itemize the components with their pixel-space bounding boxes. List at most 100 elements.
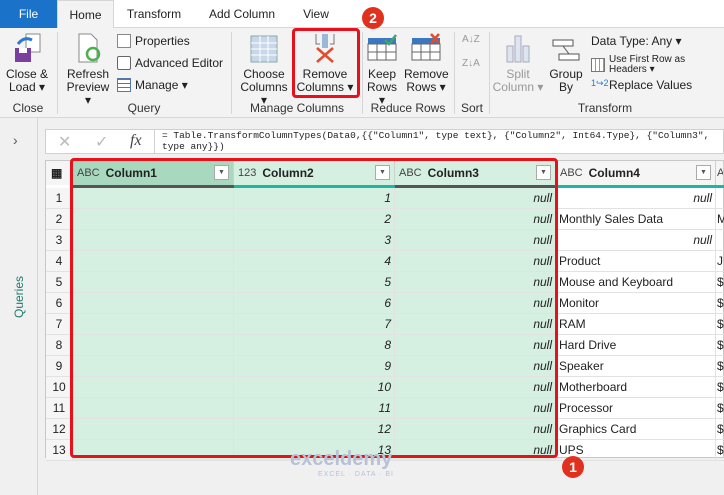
table-cell[interactable]: $ xyxy=(716,293,724,314)
manage-label: Manage ▾ xyxy=(135,78,188,92)
group-by-button[interactable]: Group By xyxy=(546,32,586,94)
tab-view[interactable]: View xyxy=(292,0,340,28)
remove-rows-button[interactable]: Remove Rows ▾ xyxy=(404,32,449,94)
split-label2: Column ▾ xyxy=(492,80,544,94)
table-cell[interactable]: J xyxy=(716,251,724,272)
badge-1: 1 xyxy=(562,456,584,478)
data-type-dropdown[interactable]: Data Type: Any ▾ xyxy=(591,34,682,48)
row-number[interactable]: 5 xyxy=(46,272,73,293)
row-number[interactable]: 10 xyxy=(46,377,73,398)
remove-rows-label2: Rows ▾ xyxy=(406,80,446,94)
formula-controls: ✕ ✓ fx xyxy=(46,130,155,153)
watermark-logo: exceldemy EXCEL · DATA · BI xyxy=(290,448,394,478)
table-cell[interactable]: null xyxy=(556,230,716,251)
row-number[interactable]: 11 xyxy=(46,398,73,419)
group-close-label: Close xyxy=(12,101,44,115)
group-by-icon xyxy=(552,39,580,61)
table-cell[interactable]: Motherboard xyxy=(556,377,716,398)
row-number[interactable]: 2 xyxy=(46,209,73,230)
fx-icon[interactable]: fx xyxy=(130,132,142,150)
remove-rows-label: Remove xyxy=(404,67,449,81)
watermark-text: exceldemy xyxy=(290,448,393,470)
column-header-4[interactable]: ABC Column4 ▼ xyxy=(556,161,716,185)
badge-2: 2 xyxy=(362,7,384,29)
tab-transform[interactable]: Transform xyxy=(118,0,190,28)
group-query-label: Query xyxy=(127,101,161,115)
row-number[interactable]: 6 xyxy=(46,293,73,314)
type-icon[interactable]: ABC xyxy=(560,167,583,179)
manage-icon xyxy=(117,78,131,92)
cancel-icon[interactable]: ✕ xyxy=(58,132,71,152)
group-reduce-rows-label: Reduce Rows xyxy=(370,101,446,115)
row-number[interactable]: 7 xyxy=(46,314,73,335)
use-first-row-button[interactable]: Use First Row as Headers ▾ xyxy=(591,55,721,75)
table-cell[interactable]: $ xyxy=(716,377,724,398)
confirm-icon[interactable]: ✓ xyxy=(95,132,108,152)
table-cell[interactable]: $ xyxy=(716,398,724,419)
table-cell[interactable]: Hard Drive xyxy=(556,335,716,356)
table-cell[interactable]: $ xyxy=(716,419,724,440)
group-transform-label: Transform xyxy=(577,101,633,115)
keep-rows-icon xyxy=(367,34,397,61)
table-cell[interactable] xyxy=(716,188,724,209)
refresh-icon xyxy=(78,33,101,63)
table-cell[interactable]: Processor xyxy=(556,398,716,419)
type-icon[interactable]: A xyxy=(717,167,723,179)
filter-dropdown-icon[interactable]: ▼ xyxy=(696,165,711,180)
table-cell[interactable]: null xyxy=(556,188,716,209)
table-cell[interactable]: Graphics Card xyxy=(556,419,716,440)
table-cell[interactable]: Monitor xyxy=(556,293,716,314)
replace-values-label: Replace Values xyxy=(609,78,693,92)
expand-chevron-icon[interactable]: › xyxy=(13,132,18,148)
split-column-button[interactable]: Split Column ▾ xyxy=(492,32,544,94)
table-cell[interactable]: RAM xyxy=(556,314,716,335)
choose-columns-button[interactable]: Choose Columns ▾ xyxy=(236,32,292,107)
keep-label: Keep xyxy=(367,67,397,81)
row-number[interactable]: 13 xyxy=(46,440,73,461)
close-load-button[interactable]: Close & Load ▾ xyxy=(4,32,50,94)
table-cell[interactable]: M xyxy=(716,209,724,230)
group-manage-columns-label: Manage Columns xyxy=(249,101,345,115)
keep-rows-button[interactable]: Keep Rows ▾ xyxy=(364,32,400,107)
table-cell[interactable]: Monthly Sales Data xyxy=(556,209,716,230)
sort-descending-button[interactable]: Z↓A xyxy=(462,58,480,69)
formula-input[interactable]: = Table.TransformColumnTypes(Data0,{{"Co… xyxy=(162,130,720,152)
table-cell[interactable]: $ xyxy=(716,356,724,377)
sort-ascending-button[interactable]: A↓Z xyxy=(462,34,480,45)
table-cell[interactable]: Product xyxy=(556,251,716,272)
table-cell[interactable] xyxy=(716,230,724,251)
queries-pane[interactable]: › Queries xyxy=(0,118,38,495)
table-cell[interactable]: $ xyxy=(716,335,724,356)
manage-button[interactable]: Manage ▾ xyxy=(117,78,188,92)
advanced-editor-icon xyxy=(117,56,131,70)
column-header-5[interactable]: A xyxy=(716,161,724,185)
split-column-icon xyxy=(506,35,530,63)
row-number[interactable]: 4 xyxy=(46,251,73,272)
group-label2: By xyxy=(558,80,573,94)
group-label: Group xyxy=(549,67,583,81)
table-cell[interactable]: Speaker xyxy=(556,356,716,377)
table-cell[interactable]: Mouse and Keyboard xyxy=(556,272,716,293)
column-name: Column4 xyxy=(588,166,640,180)
tab-file[interactable]: File xyxy=(0,0,57,28)
row-number[interactable]: 9 xyxy=(46,356,73,377)
row-number[interactable]: 12 xyxy=(46,419,73,440)
refresh-preview-button[interactable]: Refresh Preview ▾ xyxy=(62,32,114,107)
row-number[interactable]: 3 xyxy=(46,230,73,251)
advanced-editor-button[interactable]: Advanced Editor xyxy=(117,56,223,70)
table-cell[interactable]: $ xyxy=(716,440,724,461)
ribbon: Close & Load ▾ Close Refresh Preview ▾ Pro… xyxy=(0,28,724,118)
replace-values-icon: 1↪2 xyxy=(591,78,609,88)
table-cell[interactable]: $ xyxy=(716,272,724,293)
row-number[interactable]: 1 xyxy=(46,188,73,209)
use-first-row-label: Use First Row as Headers ▾ xyxy=(609,54,686,75)
row-number[interactable]: 8 xyxy=(46,335,73,356)
table-menu-icon[interactable]: ▦ xyxy=(46,161,73,185)
replace-values-button[interactable]: 1↪2 Replace Values xyxy=(591,78,692,92)
queries-label: Queries xyxy=(12,275,26,318)
properties-button[interactable]: Properties xyxy=(117,34,190,48)
table-cell[interactable]: $ xyxy=(716,314,724,335)
tab-add-column[interactable]: Add Column xyxy=(198,0,286,28)
tab-home[interactable]: Home xyxy=(57,0,114,29)
close-load-label: Close & xyxy=(5,67,49,81)
